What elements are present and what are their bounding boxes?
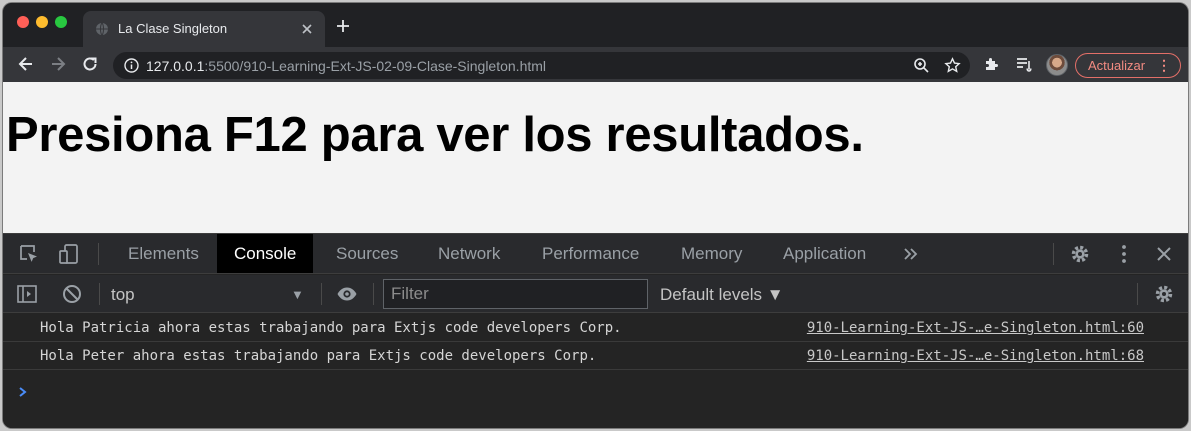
page-heading: Presiona F12 para ver los resultados. <box>6 108 864 162</box>
info-icon[interactable] <box>124 58 139 73</box>
context-dropdown-arrow-icon[interactable]: ▼ <box>291 287 304 302</box>
toolbar-divider <box>99 283 100 305</box>
browser-tab[interactable]: La Clase Singleton <box>83 11 325 47</box>
more-menu-icon[interactable]: ⋮ <box>1157 54 1171 77</box>
url-host: 127.0.0.1 <box>146 58 205 74</box>
console-source-link[interactable]: 910-Learning-Ext-JS-…e-Singleton.html:60 <box>807 320 1144 336</box>
device-toolbar-icon[interactable] <box>58 243 80 265</box>
tab-strip: La Clase Singleton <box>3 3 1188 47</box>
toolbar-divider <box>373 283 374 305</box>
console-source-link[interactable]: 910-Learning-Ext-JS-…e-Singleton.html:68 <box>807 348 1144 364</box>
devtools-tab-sources[interactable]: Sources <box>319 234 415 273</box>
update-button[interactable]: Actualizar ⋮ <box>1075 53 1181 78</box>
profile-avatar[interactable] <box>1046 54 1068 76</box>
forward-arrow-icon[interactable] <box>49 55 67 73</box>
toolbar-divider <box>1053 243 1054 265</box>
devtools-tab-memory[interactable]: Memory <box>664 234 759 273</box>
sidebar-toggle-icon[interactable] <box>16 283 38 305</box>
console-output: Hola Patricia ahora estas trabajando par… <box>3 314 1188 428</box>
extensions-puzzle-icon[interactable] <box>983 55 1001 73</box>
window-maximize-button[interactable] <box>55 16 67 28</box>
inspect-element-icon[interactable] <box>18 243 40 265</box>
devtools-tab-elements[interactable]: Elements <box>111 234 216 273</box>
update-button-label: Actualizar <box>1088 58 1146 73</box>
window-close-button[interactable] <box>17 16 29 28</box>
console-settings-gear-icon[interactable] <box>1153 283 1175 305</box>
reading-list-icon[interactable] <box>1015 55 1033 73</box>
console-message-row: Hola Peter ahora estas trabajando para E… <box>3 342 1188 370</box>
address-bar[interactable]: 127.0.0.1:5500/910-Learning-Ext-JS-02-09… <box>113 52 970 79</box>
devtools-panel: Elements Console Sources Network Perform… <box>3 233 1188 428</box>
more-options-icon[interactable] <box>1113 243 1135 265</box>
devtools-tab-console[interactable]: Console <box>217 234 314 273</box>
clear-console-icon[interactable] <box>61 283 83 305</box>
toolbar-divider <box>98 243 99 265</box>
live-expression-eye-icon[interactable] <box>336 283 358 305</box>
devtools-tab-performance[interactable]: Performance <box>525 234 656 273</box>
page-viewport: Presiona F12 para ver los resultados. <box>3 82 1188 233</box>
browser-window: La Clase Singleton 127.0.0.1:5500/910-Le… <box>3 3 1188 428</box>
settings-gear-icon[interactable] <box>1069 243 1091 265</box>
url-path: :5500/910-Learning-Ext-JS-02-09-Clase-Si… <box>204 58 547 74</box>
console-message-row: Hola Patricia ahora estas trabajando par… <box>3 314 1188 342</box>
browser-toolbar: 127.0.0.1:5500/910-Learning-Ext-JS-02-09… <box>3 47 1188 82</box>
zoom-icon[interactable] <box>913 57 930 74</box>
window-minimize-button[interactable] <box>36 16 48 28</box>
toolbar-divider <box>1137 283 1138 305</box>
filter-input[interactable] <box>383 279 648 309</box>
devtools-tab-bar: Elements Console Sources Network Perform… <box>3 234 1188 274</box>
url-text: 127.0.0.1:5500/910-Learning-Ext-JS-02-09… <box>146 58 546 74</box>
context-selector[interactable]: top <box>111 285 135 305</box>
new-tab-plus-icon[interactable] <box>335 18 351 34</box>
console-message-text: Hola Peter ahora estas trabajando para E… <box>40 348 597 364</box>
bookmark-star-icon[interactable] <box>944 57 961 74</box>
reload-icon[interactable] <box>81 55 99 73</box>
close-icon[interactable] <box>299 21 315 37</box>
toolbar-divider <box>321 283 322 305</box>
globe-icon <box>96 22 108 36</box>
devtools-tab-application[interactable]: Application <box>766 234 883 273</box>
tab-title: La Clase Singleton <box>118 21 228 36</box>
close-devtools-icon[interactable] <box>1153 243 1175 265</box>
console-prompt-chevron-icon[interactable] <box>17 386 29 398</box>
more-tabs-chevron-icon[interactable] <box>901 244 921 264</box>
log-levels-dropdown[interactable]: Default levels ▼ <box>660 285 784 305</box>
console-message-text: Hola Patricia ahora estas trabajando par… <box>40 320 622 336</box>
devtools-tab-network[interactable]: Network <box>421 234 517 273</box>
back-arrow-icon[interactable] <box>17 55 35 73</box>
console-filter-bar: top ▼ Default levels ▼ <box>3 275 1188 313</box>
